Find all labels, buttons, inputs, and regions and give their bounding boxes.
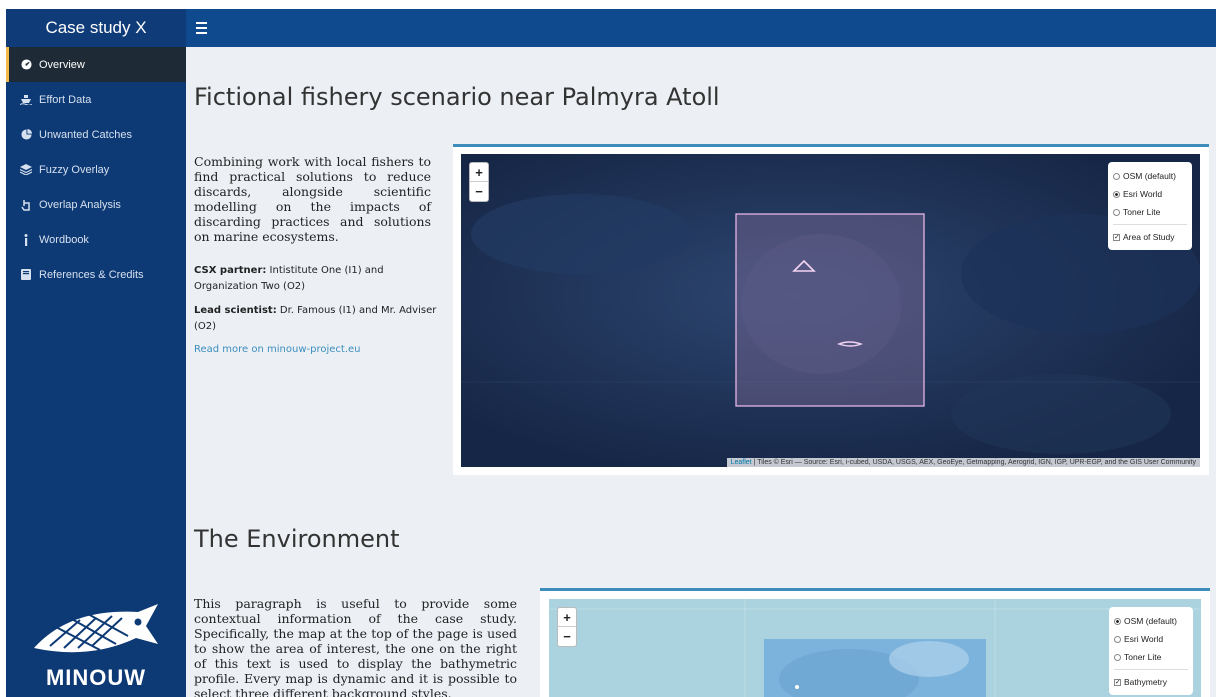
- radio-button[interactable]: [1113, 190, 1120, 198]
- zoom-control: + −: [557, 607, 577, 647]
- study-area-card: + − OSM (default) Esri World Toner Lite: [453, 144, 1209, 475]
- leaflet-link[interactable]: Leaflet: [731, 459, 752, 466]
- sidebar-item-label: Unwanted Catches: [39, 128, 132, 141]
- area-of-study-overlay: [735, 213, 925, 407]
- zoom-out-button[interactable]: −: [470, 182, 488, 201]
- section-title-environment: The Environment: [194, 525, 400, 553]
- layer-option-toner[interactable]: Toner Lite: [1114, 648, 1188, 666]
- environment-paragraph: This paragraph is useful to provide some…: [194, 596, 517, 697]
- info-icon: [20, 233, 32, 246]
- scientist-info: Lead scientist: Dr. Famous (I1) and Mr. …: [194, 303, 439, 335]
- app-title: Case study X: [6, 9, 186, 47]
- sidebar-item-label: Overlap Analysis: [39, 198, 121, 211]
- sidebar-item-label: Fuzzy Overlay: [39, 163, 110, 176]
- sidebar-item-references-credits[interactable]: References & Credits: [6, 257, 186, 292]
- radio-button[interactable]: [1114, 653, 1121, 661]
- sidebar-item-label: Overview: [39, 58, 85, 71]
- zoom-out-button[interactable]: −: [558, 627, 576, 646]
- radio-button[interactable]: [1114, 617, 1121, 625]
- partner-info: CSX partner: Intistitute One (I1) and Or…: [194, 263, 439, 295]
- hand-icon: [20, 199, 32, 211]
- layer-option-osm[interactable]: OSM (default): [1114, 612, 1188, 630]
- layer-option-esri[interactable]: Esri World: [1114, 630, 1188, 648]
- pie-chart-icon: [20, 129, 32, 141]
- divider: [1113, 224, 1187, 225]
- sidebar-item-label: Effort Data: [39, 93, 92, 106]
- sidebar-item-overlap-analysis[interactable]: Overlap Analysis: [6, 187, 186, 222]
- zoom-in-button[interactable]: +: [558, 608, 576, 627]
- layer-control: OSM (default) Esri World Toner Lite ✓ Bat…: [1109, 607, 1193, 695]
- layer-option-esri[interactable]: Esri World: [1113, 185, 1187, 203]
- sidebar: Overview Effort Data Unwanted Catches Fu…: [6, 47, 186, 697]
- minouw-logo: MINOUW: [26, 602, 166, 691]
- checkbox[interactable]: ✓: [1114, 678, 1121, 686]
- radio-button[interactable]: [1113, 172, 1120, 180]
- dashboard-icon: [20, 59, 32, 71]
- divider: [1114, 669, 1188, 670]
- sidebar-item-label: References & Credits: [39, 268, 144, 281]
- radio-button[interactable]: [1113, 208, 1120, 216]
- app-window: Case study X Overview Effort Data Unwant…: [6, 9, 1216, 697]
- read-more-link[interactable]: Read more on minouw-project.eu: [194, 344, 361, 355]
- zoom-in-button[interactable]: +: [470, 163, 488, 182]
- logo-text: MINOUW: [45, 665, 147, 690]
- layer-option-osm[interactable]: OSM (default): [1113, 167, 1187, 185]
- layer-option-toner[interactable]: Toner Lite: [1113, 203, 1187, 221]
- sidebar-item-unwanted-catches[interactable]: Unwanted Catches: [6, 117, 186, 152]
- book-icon: [20, 269, 32, 281]
- study-area-map[interactable]: + − OSM (default) Esri World Toner Lite: [461, 154, 1200, 467]
- map-attribution: Leaflet | Tiles © Esri — Source: Esri, i…: [726, 458, 1200, 467]
- sidebar-item-overview[interactable]: Overview: [6, 47, 186, 82]
- bathymetry-map[interactable]: + − OSM (default) Esri World Toner Lite: [549, 599, 1201, 697]
- radio-button[interactable]: [1114, 635, 1121, 643]
- page-title: Fictional fishery scenario near Palmyra …: [194, 83, 720, 111]
- zoom-control: + −: [469, 162, 489, 202]
- layers-icon: [20, 164, 32, 176]
- scientist-label: Lead scientist:: [194, 305, 277, 316]
- ship-icon: [20, 94, 32, 106]
- main-content: Fictional fishery scenario near Palmyra …: [186, 47, 1216, 697]
- overlay-option-area[interactable]: ✓ Area of Study: [1113, 228, 1187, 246]
- intro-paragraph: Combining work with local fishers to fin…: [194, 154, 431, 244]
- bathymetry-card: + − OSM (default) Esri World Toner Lite: [540, 588, 1210, 697]
- layer-control: OSM (default) Esri World Toner Lite ✓ Are…: [1108, 162, 1192, 250]
- top-navbar: [186, 9, 1216, 47]
- checkbox[interactable]: ✓: [1113, 233, 1120, 241]
- menu-toggle-icon[interactable]: [196, 19, 214, 37]
- partner-label: CSX partner:: [194, 265, 267, 276]
- overlay-option-bathymetry[interactable]: ✓ Bathymetry: [1114, 673, 1188, 691]
- sidebar-item-wordbook[interactable]: Wordbook: [6, 222, 186, 257]
- sidebar-item-fuzzy-overlay[interactable]: Fuzzy Overlay: [6, 152, 186, 187]
- sidebar-item-label: Wordbook: [39, 233, 89, 246]
- sidebar-item-effort-data[interactable]: Effort Data: [6, 82, 186, 117]
- bathymetry-tiles: [549, 599, 1201, 697]
- fish-logo-icon: [34, 604, 158, 653]
